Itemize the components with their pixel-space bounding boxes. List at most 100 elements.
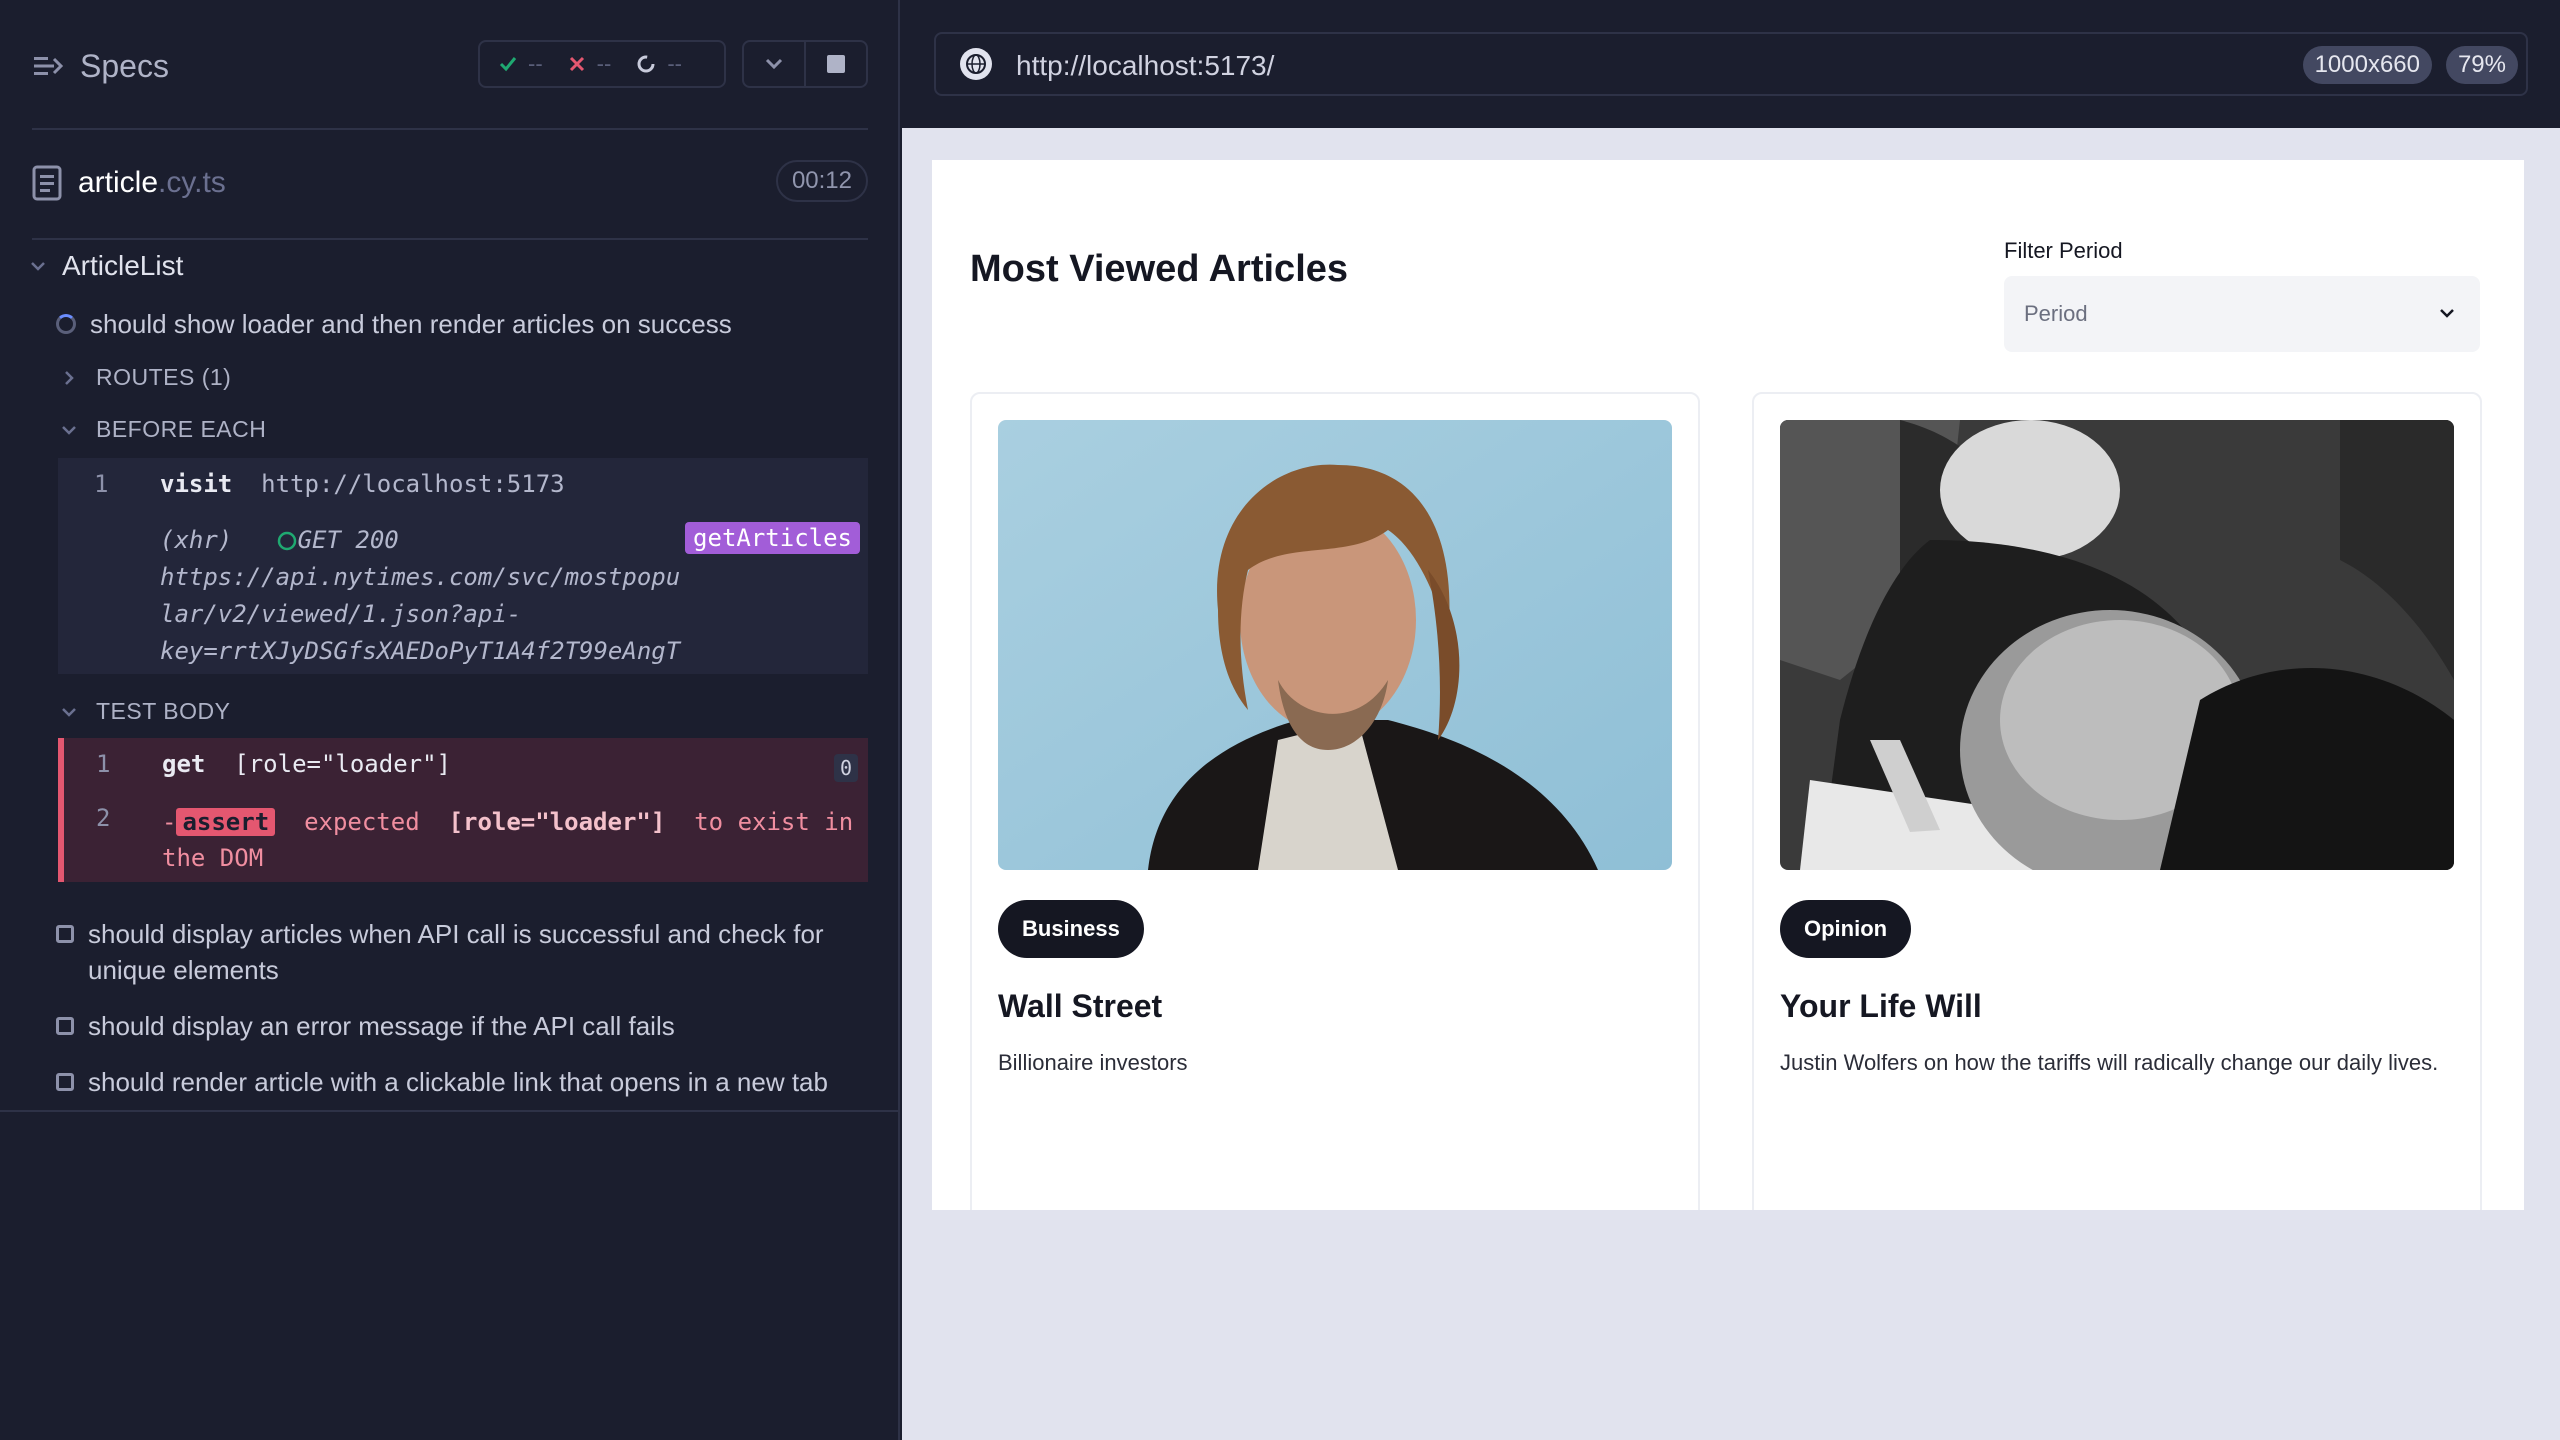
page-title: Most Viewed Articles — [970, 248, 1349, 290]
zoom-badge[interactable]: 79% — [2445, 46, 2518, 84]
article-description: Justin Wolfers on how the tariffs will r… — [1780, 1050, 2439, 1075]
article-card[interactable]: Business Wall Street Billionaire investo… — [970, 392, 1700, 1210]
pending-test-icon — [56, 1073, 74, 1091]
before-each-label: BEFORE EACH — [96, 416, 267, 442]
chevron-down-icon — [2440, 309, 2454, 318]
stop-icon — [827, 55, 845, 73]
chevron-down-icon — [765, 58, 783, 70]
command-number: 2 — [96, 804, 111, 832]
command-selector: [role="loader"] — [234, 750, 452, 778]
test-title-line2: unique elements — [88, 955, 279, 985]
cypress-runner: Specs -- -- -- article .cy.ts 00:12 Arti… — [0, 0, 2560, 1440]
test-stats: -- -- -- — [478, 40, 726, 88]
command-arg: http://localhost:5173 — [261, 470, 565, 498]
suite-row[interactable]: ArticleList — [28, 250, 183, 282]
spec-divider — [32, 238, 868, 240]
xhr-status-circle-icon — [277, 531, 296, 551]
suite-title: ArticleList — [62, 250, 184, 281]
collapse-button[interactable] — [744, 42, 806, 86]
assert-selector: [role="loader"] — [448, 808, 666, 836]
xhr-url-1: https://api.nytimes.com/svc/mostpopu — [160, 563, 681, 591]
specs-header: Specs -- -- -- — [0, 0, 900, 130]
specs-list-icon[interactable] — [32, 50, 64, 82]
test-body-commands: 1 get [role="loader"] 0 2 - assert expect… — [58, 738, 868, 882]
test-row[interactable]: should display an error message if the A… — [56, 1008, 866, 1044]
article-title[interactable]: Your Life Will — [1780, 988, 1982, 1025]
command-number: 1 — [96, 750, 111, 778]
article-card[interactable]: Opinion Your Life Will Justin Wolfers on… — [1752, 392, 2482, 1210]
command-name: visit — [160, 470, 233, 498]
check-icon — [499, 57, 517, 72]
article-description: Billionaire investors — [998, 1050, 1188, 1075]
reporter-panel: Specs -- -- -- article .cy.ts 00:12 Arti… — [0, 0, 900, 1440]
passed-stat: -- — [498, 51, 543, 77]
failed-stat: -- — [567, 51, 612, 77]
app-viewport: Most Viewed Articles Filter Period Perio… — [932, 160, 2524, 1210]
command-name: get — [162, 750, 206, 778]
pending-stat: -- — [635, 51, 682, 77]
before-each-row[interactable]: BEFORE EACH — [60, 416, 266, 443]
header-divider — [32, 128, 868, 130]
assert-expected: expected — [304, 808, 420, 836]
assert-badge: assert — [176, 808, 276, 836]
assert-prefix: - — [162, 808, 177, 836]
test-title: should display articles when API call is… — [88, 916, 824, 988]
run-controls — [742, 40, 868, 88]
test-title-line1: should display articles when API call is… — [88, 919, 824, 949]
article-image — [998, 420, 1672, 870]
xhr-url-2: lar/v2/viewed/1.json?api- — [160, 600, 522, 628]
period-select-value: Period — [2024, 301, 2088, 326]
get-command-body[interactable]: get [role="loader"] — [162, 750, 451, 778]
element-count-badge: 0 — [833, 754, 858, 782]
running-spinner-icon — [56, 314, 76, 334]
assert-tail-2: the DOM — [162, 844, 264, 872]
before-each-commands: 1 visit http://localhost:5173 (xhr) GET … — [58, 458, 868, 674]
tests-divider — [0, 1110, 900, 1112]
document-icon — [32, 165, 62, 201]
routes-label: ROUTES (1) — [96, 364, 232, 390]
chevron-down-icon — [62, 707, 76, 717]
test-title: should display an error message if the A… — [88, 1011, 675, 1041]
stop-button[interactable] — [806, 42, 866, 86]
xhr-url-3: key=rrtXJyDSGfsXAEDoPyT1A4f2T99eAngT — [160, 637, 681, 665]
assert-command[interactable]: - assert expected [role="loader"] to exis… — [162, 804, 862, 876]
failed-count: -- — [596, 51, 612, 76]
specs-title[interactable]: Specs — [80, 48, 169, 85]
article-title[interactable]: Wall Street — [998, 988, 1162, 1025]
test-row[interactable]: should display articles when API call is… — [56, 916, 866, 988]
visit-command-body[interactable]: visit http://localhost:5173 — [160, 470, 565, 498]
alias-badge[interactable]: getArticles — [685, 522, 860, 554]
test-row[interactable]: should render article with a clickable l… — [56, 1064, 866, 1100]
period-select[interactable]: Period — [2004, 276, 2480, 352]
url-bar[interactable]: http://localhost:5173/ 1000x660 79% — [934, 32, 2528, 96]
article-photo — [1780, 420, 2454, 870]
test-body-row[interactable]: TEST BODY — [60, 698, 230, 725]
x-icon — [569, 56, 584, 72]
article-photo — [998, 420, 1672, 870]
routes-row[interactable]: ROUTES (1) — [60, 364, 231, 391]
test-body-label: TEST BODY — [96, 698, 231, 724]
category-badge: Business — [998, 900, 1144, 958]
viewport-size-badge[interactable]: 1000x660 — [2302, 46, 2432, 84]
duration-timer: 00:12 — [775, 160, 868, 202]
category-badge: Opinion — [1780, 900, 1912, 958]
active-test-title: should show loader and then render artic… — [90, 309, 732, 339]
pending-test-icon — [56, 1017, 74, 1035]
chevron-down-icon — [62, 425, 76, 435]
globe-icon — [966, 54, 986, 74]
xhr-status: GET 200 — [297, 526, 399, 554]
pending-test-icon — [56, 925, 74, 943]
spec-file-ext: .cy.ts — [158, 166, 226, 199]
test-title: should render article with a clickable l… — [88, 1067, 828, 1097]
active-test-row[interactable]: should show loader and then render artic… — [56, 306, 866, 342]
get-command[interactable]: 1 — [96, 750, 110, 778]
passed-count: -- — [528, 51, 543, 76]
command-number: 1 — [94, 470, 109, 498]
browser-globe-icon — [960, 48, 992, 80]
article-image — [1780, 420, 2454, 870]
url-text[interactable]: http://localhost:5173/ — [1016, 50, 1274, 82]
xhr-log[interactable]: (xhr) GET 200 https://api.nytimes.com/sv… — [160, 522, 720, 670]
xhr-tag: (xhr) — [160, 526, 233, 554]
visit-command[interactable]: 1 — [94, 470, 108, 498]
chevron-right-icon — [65, 370, 74, 385]
